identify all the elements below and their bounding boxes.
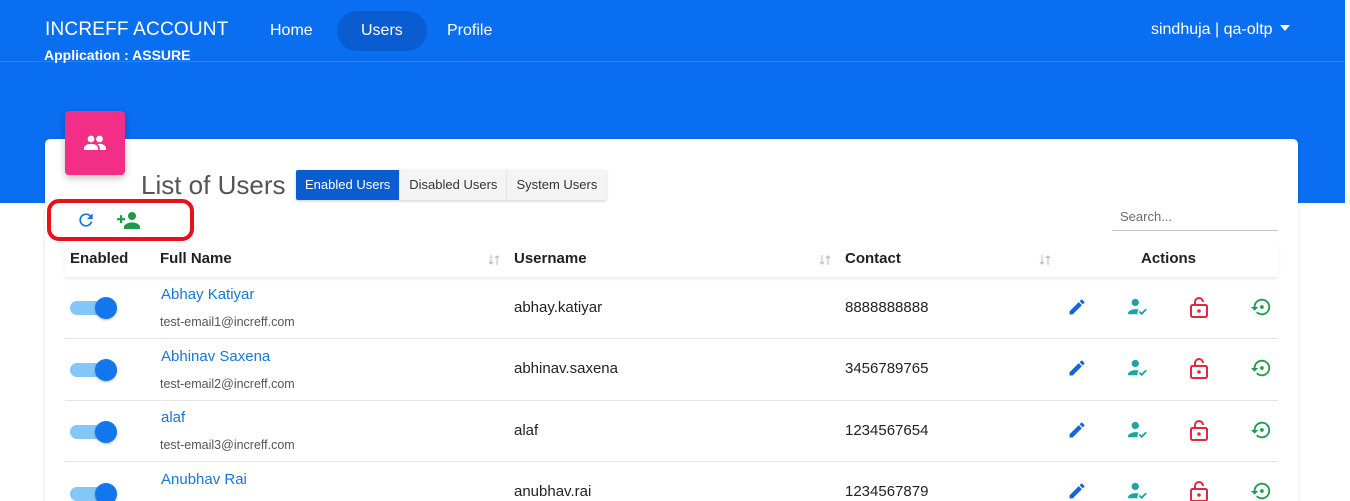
add-user-icon xyxy=(117,212,140,229)
lock-button[interactable] xyxy=(1186,478,1212,501)
user-check-icon xyxy=(1128,482,1147,500)
user-full-name-link[interactable]: Abhinav Saxena xyxy=(161,348,270,365)
sort-username-icon[interactable] xyxy=(819,253,831,265)
edit-icon xyxy=(1069,299,1085,315)
user-username: anubhav.rai xyxy=(514,483,592,500)
enabled-toggle[interactable] xyxy=(70,482,117,501)
lock-open-icon xyxy=(1190,420,1208,441)
enabled-toggle[interactable] xyxy=(70,358,117,382)
header-enabled: Enabled xyxy=(70,250,129,267)
user-email: test-email2@increff.com xyxy=(160,377,295,391)
lock-button[interactable] xyxy=(1186,294,1212,320)
add-user-button[interactable] xyxy=(114,206,144,234)
user-contact: 8888888888 xyxy=(845,299,929,316)
reset-icon xyxy=(1250,359,1271,377)
refresh-button[interactable] xyxy=(71,206,101,234)
table-row: Anubhav Rai anubhav.rai 1234567879 xyxy=(65,462,1278,501)
user-menu-label: sindhuja | qa-oltp xyxy=(1150,21,1273,38)
search-input[interactable] xyxy=(1112,203,1278,229)
user-menu-dropdown[interactable]: sindhuja | qa-oltp xyxy=(1151,21,1290,39)
user-full-name-link[interactable]: Abhay Katiyar xyxy=(161,286,254,303)
tab-disabled-users[interactable]: Disabled Users xyxy=(400,170,508,200)
edit-button[interactable] xyxy=(1064,478,1090,501)
reset-icon xyxy=(1250,298,1271,316)
lock-button[interactable] xyxy=(1186,355,1212,381)
nav-profile[interactable]: Profile xyxy=(423,11,516,51)
tab-enabled-users[interactable]: Enabled Users xyxy=(296,170,401,200)
table-row: Abhay Katiyar test-email1@increff.com ab… xyxy=(65,277,1278,339)
tab-system-users[interactable]: System Users xyxy=(507,170,607,200)
users-group-icon xyxy=(84,135,106,150)
lock-open-icon xyxy=(1190,358,1208,379)
app-subtitle: Application : ASSURE xyxy=(44,47,191,63)
user-permissions-button[interactable] xyxy=(1125,355,1151,381)
search-box xyxy=(1112,203,1278,231)
user-username: alaf xyxy=(514,422,539,439)
nav-home[interactable]: Home xyxy=(246,11,337,51)
sort-contact-icon[interactable] xyxy=(1039,253,1051,265)
nav-users[interactable]: Users xyxy=(337,11,427,51)
header-actions: Actions xyxy=(1141,250,1197,267)
edit-button[interactable] xyxy=(1064,355,1090,381)
user-email: test-email1@increff.com xyxy=(160,315,295,329)
table-row: Abhinav Saxena test-email2@increff.com a… xyxy=(65,339,1278,401)
user-permissions-button[interactable] xyxy=(1125,478,1151,501)
edit-icon xyxy=(1069,360,1085,376)
reset-button[interactable] xyxy=(1248,417,1274,443)
app-title: INCREFF ACCOUNT xyxy=(45,19,229,40)
header-username[interactable]: Username xyxy=(514,241,587,277)
caret-down-icon xyxy=(1280,25,1290,31)
edit-button[interactable] xyxy=(1064,417,1090,443)
user-contact: 3456789765 xyxy=(845,360,929,377)
reset-button[interactable] xyxy=(1248,478,1274,501)
card-header-icon xyxy=(65,111,125,175)
navbar-divider xyxy=(0,61,1345,62)
header-contact[interactable]: Contact xyxy=(845,241,901,277)
edit-button[interactable] xyxy=(1064,294,1090,320)
refresh-icon xyxy=(79,213,93,227)
enabled-toggle[interactable] xyxy=(70,420,117,444)
page-title: List of Users xyxy=(141,170,286,200)
user-check-icon xyxy=(1128,298,1147,316)
edit-icon xyxy=(1069,422,1085,438)
user-username: abhay.katiyar xyxy=(514,299,603,316)
user-check-icon xyxy=(1128,359,1147,377)
user-permissions-button[interactable] xyxy=(1125,417,1151,443)
user-contact: 1234567879 xyxy=(845,483,929,500)
user-full-name-link[interactable]: alaf xyxy=(161,409,185,426)
user-full-name-link[interactable]: Anubhav Rai xyxy=(161,471,247,488)
table-row: alaf test-email3@increff.com alaf 123456… xyxy=(65,400,1278,462)
header-edge xyxy=(1345,0,1350,203)
lock-button[interactable] xyxy=(1186,417,1212,443)
reset-button[interactable] xyxy=(1248,355,1274,381)
user-contact: 1234567654 xyxy=(845,422,929,439)
sort-full-name-icon[interactable] xyxy=(488,253,500,265)
user-type-tabs: Enabled Users Disabled Users System User… xyxy=(296,170,607,200)
user-username: abhinav.saxena xyxy=(514,360,618,377)
table-header: Enabled Full Name Username Contact Actio… xyxy=(65,241,1278,277)
user-permissions-button[interactable] xyxy=(1125,294,1151,320)
edit-icon xyxy=(1069,483,1085,499)
user-email: test-email3@increff.com xyxy=(160,438,295,452)
reset-icon xyxy=(1250,482,1271,500)
header-full-name[interactable]: Full Name xyxy=(160,241,232,277)
reset-button[interactable] xyxy=(1248,294,1274,320)
reset-icon xyxy=(1250,421,1271,439)
enabled-toggle[interactable] xyxy=(70,296,117,320)
lock-open-icon xyxy=(1190,481,1208,501)
user-check-icon xyxy=(1128,421,1147,439)
lock-open-icon xyxy=(1190,297,1208,318)
